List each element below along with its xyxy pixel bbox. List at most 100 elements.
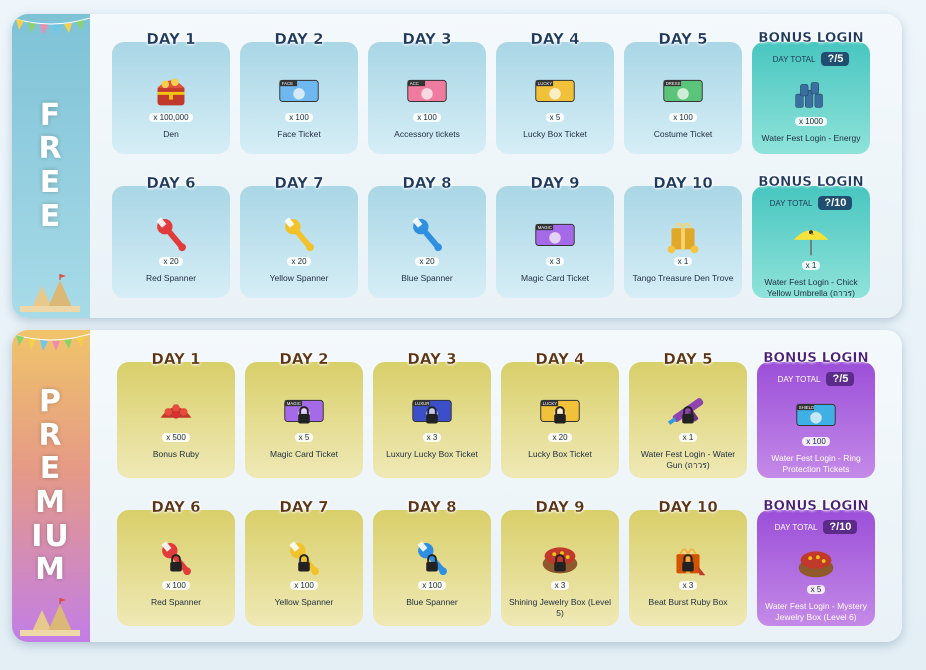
- free-day-6-reward-card[interactable]: DAY 6 x 20 Red Spanner: [112, 174, 230, 298]
- reward-day-label: DAY 10: [653, 174, 713, 192]
- reward-name: Blue Spanner: [406, 597, 458, 607]
- free-reward-grid: DAY 1 x 100,000 Den DAY 2 FACE x 100 Face Tick…: [112, 30, 870, 298]
- reward-name: Luxury Lucky Box Ticket: [386, 449, 478, 459]
- bunting-decoration-icon: [12, 333, 90, 351]
- premium-day-10-reward-card[interactable]: DAY 10 x 3 Beat Burst Ruby Box: [629, 498, 747, 626]
- reward-day-label: DAY 6: [151, 498, 201, 516]
- premium-day-6-reward-card[interactable]: DAY 6 x 100 Red Spanner: [117, 498, 235, 626]
- reward-name: Shining Jewelry Box (Level 5): [508, 597, 612, 618]
- spanner-icon: [274, 212, 324, 256]
- reward-quantity: x 1000: [794, 117, 828, 126]
- svg-text:LUCKY: LUCKY: [543, 401, 558, 406]
- reward-quantity: x 5: [806, 585, 826, 594]
- day-total-count: ?/10: [818, 196, 853, 210]
- premium-day-1-reward-card[interactable]: DAY 1 x 500 Bonus Ruby: [117, 350, 235, 478]
- reward-name: Water Fest Login - Chick Yellow Umbrella…: [764, 277, 858, 298]
- ticket-locked-icon: MAGIC: [279, 388, 329, 432]
- premium-bonus-1-reward-card[interactable]: BONUS LOGIN DAY TOTAL ?/5 SHIELD x 100 Water …: [757, 350, 875, 478]
- free-bonus-2-reward-card[interactable]: BONUS LOGIN DAY TOTAL ?/10 x 1 Water Fest Lo…: [752, 174, 870, 298]
- day-total-label: DAY TOTAL: [769, 198, 813, 208]
- jewelry-box-icon: [791, 540, 841, 584]
- reward-quantity: x 5: [294, 433, 314, 442]
- reward-day-label: DAY 7: [279, 498, 329, 516]
- reward-name: Den: [163, 129, 179, 139]
- spanner-locked-icon: [279, 536, 329, 580]
- reward-day-label: DAY 1: [146, 30, 196, 48]
- premium-day-2-reward-card[interactable]: DAY 2 MAGIC x 5 Magic Card Ticket: [245, 350, 363, 478]
- reward-name: Face Ticket: [277, 129, 321, 139]
- reward-quantity: x 100: [669, 113, 697, 122]
- day-total-count: ?/5: [821, 52, 850, 66]
- reward-name: Water Fest Login - Mystery Jewelry Box (…: [765, 601, 867, 622]
- day-total-counter: DAY TOTAL ?/10: [752, 196, 870, 210]
- premium-day-9-reward-card[interactable]: DAY 9 x 3 Shining Jewelry Box (Level 5): [501, 498, 619, 626]
- gold-box-icon: [658, 212, 708, 256]
- reward-day-label: DAY 9: [530, 174, 580, 192]
- free-day-8-reward-card[interactable]: DAY 8 x 20 Blue Spanner: [368, 174, 486, 298]
- premium-day-8-reward-card[interactable]: DAY 8 x 100 Blue Spanner: [373, 498, 491, 626]
- svg-text:LUCKY: LUCKY: [538, 81, 553, 86]
- ticket-icon: FACE: [274, 68, 324, 112]
- reward-quantity: x 100: [418, 581, 446, 590]
- free-day-9-reward-card[interactable]: DAY 9 MAGIC x 3 Magic Card Ticket: [496, 174, 614, 298]
- reward-day-label: DAY 3: [402, 30, 452, 48]
- ticket-icon: MAGIC: [530, 212, 580, 256]
- day-total-label: DAY TOTAL: [772, 54, 816, 64]
- reward-day-label: DAY 8: [402, 174, 452, 192]
- reward-name: Tango Treasure Den Trove: [632, 273, 734, 283]
- premium-day-3-reward-card[interactable]: DAY 3 LUXUR x 3 Luxury Lucky Box Ticket: [373, 350, 491, 478]
- reward-day-label: DAY 7: [274, 174, 324, 192]
- day-total-count: ?/10: [823, 520, 858, 534]
- free-day-2-reward-card[interactable]: DAY 2 FACE x 100 Face Ticket: [240, 30, 358, 154]
- free-day-3-reward-card[interactable]: DAY 3 ACC x 100 Accessory tickets: [368, 30, 486, 154]
- premium-day-4-reward-card[interactable]: DAY 4 LUCKY x 20 Lucky Box Ticket: [501, 350, 619, 478]
- ticket-locked-icon: LUXUR: [407, 388, 457, 432]
- reward-quantity: x 20: [415, 257, 439, 266]
- reward-day-label: DAY 10: [658, 498, 718, 516]
- reward-day-label: DAY 1: [151, 350, 201, 368]
- reward-day-label: DAY 9: [535, 498, 585, 516]
- free-day-5-reward-card[interactable]: DAY 5 DRESS x 100 Costume Ticket: [624, 30, 742, 154]
- free-day-1-reward-card[interactable]: DAY 1 x 100,000 Den: [112, 30, 230, 154]
- ruby-icon: [151, 388, 201, 432]
- reward-day-label: BONUS LOGIN: [758, 30, 864, 46]
- sand-pagoda-decoration-icon: [20, 598, 80, 636]
- free-day-10-reward-card[interactable]: DAY 10 x 1 Tango Treasure Den Trove: [624, 174, 742, 298]
- spanner-icon: [402, 212, 452, 256]
- premium-reward-grid: DAY 1 x 500 Bonus Ruby DAY 2 MAGIC x 5 Magic C…: [117, 350, 875, 626]
- premium-day-7-reward-card[interactable]: DAY 7 x 100 Yellow Spanner: [245, 498, 363, 626]
- premium-track-banner: PREMIUM: [12, 330, 90, 642]
- free-track-banner: FREE: [12, 14, 90, 318]
- ticket-locked-icon: LUCKY: [535, 388, 585, 432]
- reward-quantity: x 1: [801, 261, 821, 270]
- free-bonus-1-reward-card[interactable]: BONUS LOGIN DAY TOTAL ?/5 x 1000 Water Fest …: [752, 30, 870, 154]
- reward-name: Magic Card Ticket: [269, 449, 339, 459]
- free-day-4-reward-card[interactable]: DAY 4 LUCKY x 5 Lucky Box Ticket: [496, 30, 614, 154]
- svg-text:ACC: ACC: [410, 81, 419, 86]
- reward-name: Magic Card Ticket: [520, 273, 590, 283]
- free-day-7-reward-card[interactable]: DAY 7 x 20 Yellow Spanner: [240, 174, 358, 298]
- svg-text:LUXUR: LUXUR: [415, 401, 430, 406]
- day-total-counter: DAY TOTAL ?/5: [757, 372, 875, 386]
- spanner-locked-icon: [407, 536, 457, 580]
- premium-bonus-2-reward-card[interactable]: BONUS LOGIN DAY TOTAL ?/10 x 5 Water Fest Lo…: [757, 498, 875, 626]
- reward-name: Water Fest Login - Ring Protection Ticke…: [771, 453, 861, 474]
- ticket-icon: ACC: [402, 68, 452, 112]
- reward-quantity: x 3: [678, 581, 698, 590]
- reward-day-label: DAY 2: [274, 30, 324, 48]
- svg-text:FACE: FACE: [282, 81, 293, 86]
- reward-quantity: x 100,000: [149, 113, 193, 122]
- reward-quantity: x 3: [550, 581, 570, 590]
- reward-quantity: x 3: [422, 433, 442, 442]
- reward-quantity: x 20: [287, 257, 311, 266]
- reward-name: Water Fest Login - Water Gun (ถาวร): [640, 449, 736, 470]
- free-track-title: FREE: [38, 97, 64, 234]
- reward-quantity: x 100: [802, 437, 830, 446]
- reward-quantity: x 3: [545, 257, 565, 266]
- day-total-label: DAY TOTAL: [777, 374, 821, 384]
- premium-day-5-reward-card[interactable]: DAY 5 x 1 Water Fest Login - Water Gun (ถา…: [629, 350, 747, 478]
- sand-pagoda-decoration-icon: [20, 274, 80, 312]
- reward-quantity: x 500: [162, 433, 190, 442]
- reward-quantity: x 100: [162, 581, 190, 590]
- reward-day-label: DAY 4: [530, 30, 580, 48]
